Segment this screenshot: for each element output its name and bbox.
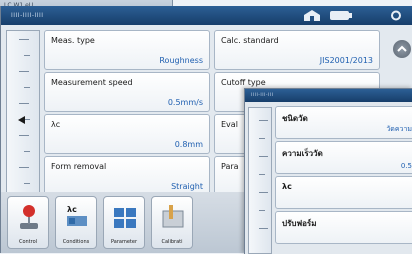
gauge-pointer-icon: [18, 116, 25, 124]
overlay-title: IIII-III-III: [251, 93, 274, 98]
overlay-param-label: ความเร็ววัด: [282, 149, 323, 158]
gauge-tick: [24, 55, 30, 56]
overlay-param-cell[interactable]: ความเร็ววัด 0.5: [275, 141, 412, 174]
gauge-tick: [24, 151, 30, 152]
param-label: λc: [51, 120, 61, 129]
param-value: 0.5mm/s: [167, 98, 203, 107]
chevron-up-icon: [397, 45, 407, 52]
param-cell[interactable]: Meas. type Roughness: [44, 30, 210, 70]
param-cell[interactable]: Form removal Straight: [44, 156, 210, 196]
parameter-button[interactable]: Parameter: [103, 196, 145, 249]
param-label: Measurement speed: [51, 78, 133, 87]
calibration-icon: [162, 205, 184, 228]
param-label: Cutoff type: [221, 78, 266, 87]
gauge-tick: [259, 210, 265, 211]
conditions-label: Conditions: [62, 239, 90, 245]
gauge-tick: [259, 120, 268, 121]
overlay-screen: IIII-III-III ชนิดวัด วัดความ ความเร็ววัด…: [244, 88, 412, 254]
overlay-param-cell[interactable]: ปรับฟอร์ม: [275, 211, 412, 244]
overlay-param-value: วัดความ: [386, 125, 412, 133]
gauge-tick: [259, 192, 268, 193]
calibration-label: Calibrati: [161, 239, 183, 245]
param-label: Eval: [221, 120, 238, 129]
overlay-gauge: [248, 107, 272, 254]
param-label: Para: [221, 162, 239, 171]
param-label: Meas. type: [51, 36, 95, 45]
param-cell[interactable]: Calc. standard JIS2001/2013: [214, 30, 380, 70]
vertical-gauge: [6, 30, 40, 200]
gauge-tick: [19, 39, 29, 40]
conditions-button[interactable]: λc Conditions: [55, 196, 97, 249]
conditions-icon: λc: [67, 205, 87, 226]
control-label: Control: [18, 239, 38, 245]
param-cell[interactable]: λc 0.8mm: [44, 114, 210, 154]
gauge-tick: [259, 228, 268, 229]
calibration-button[interactable]: Calibrati: [151, 196, 193, 249]
gauge-tick: [259, 174, 265, 175]
overlay-param-label: ชนิดวัด: [282, 114, 308, 123]
battery-icon: [330, 11, 352, 20]
gauge-tick: [19, 167, 29, 168]
main-title-bar: IIII-IIII-IIII: [1, 6, 412, 25]
param-value: Straight: [171, 182, 203, 191]
main-title: IIII-IIII-IIII: [11, 12, 44, 19]
settings-icon[interactable]: [389, 9, 403, 22]
gauge-tick: [259, 156, 268, 157]
gauge-tick: [19, 135, 29, 136]
home-icon[interactable]: [301, 9, 323, 22]
overlay-param-label: ปรับฟอร์ม: [282, 219, 317, 228]
gauge-tick: [259, 138, 265, 139]
gauge-tick: [24, 183, 30, 184]
param-value: JIS2001/2013: [319, 56, 373, 65]
param-label: Calc. standard: [221, 36, 279, 45]
overlay-param-value: 0.5: [400, 162, 412, 170]
joystick-icon: [20, 205, 38, 229]
gauge-tick: [19, 103, 29, 104]
conditions-icon-text: λc: [67, 205, 77, 214]
param-value: 0.8mm: [174, 140, 203, 149]
param-value: Roughness: [159, 56, 203, 65]
overlay-param-label: λc: [282, 182, 292, 191]
gauge-tick: [24, 87, 30, 88]
gauge-tick: [19, 71, 29, 72]
overlay-title-bar: IIII-III-III: [245, 89, 412, 102]
param-label: Form removal: [51, 162, 107, 171]
parameter-icon: [114, 208, 136, 228]
overlay-param-cell[interactable]: ชนิดวัด วัดความ: [275, 106, 412, 139]
parameter-label: Parameter: [110, 239, 137, 245]
param-cell[interactable]: Measurement speed 0.5mm/s: [44, 72, 210, 112]
scroll-up-button[interactable]: [393, 40, 411, 58]
bottom-dock: Control λc Conditions Parameter Calibrat…: [1, 192, 261, 253]
control-button[interactable]: Control: [7, 196, 49, 249]
overlay-param-cell[interactable]: λc: [275, 176, 412, 209]
